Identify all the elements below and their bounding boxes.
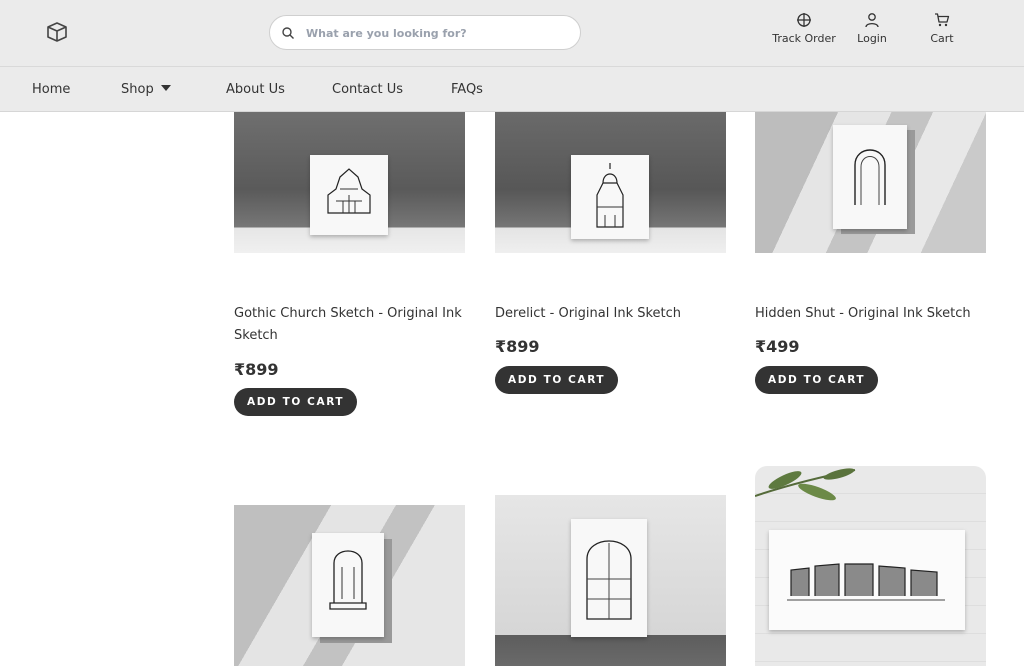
track-order-label: Track Order [772, 32, 836, 45]
cart-link[interactable]: Cart [922, 12, 962, 45]
track-order-link[interactable]: Track Order [770, 12, 838, 45]
main-nav: Home Shop About Us Contact Us FAQs [0, 67, 1024, 112]
product-image-balcony[interactable] [234, 505, 465, 666]
add-to-cart-button[interactable]: ADD TO CART [495, 366, 619, 394]
login-link[interactable]: Login [852, 12, 892, 45]
balcony-drawing-icon [329, 550, 367, 610]
product-price: ₹899 [234, 360, 279, 379]
user-icon [865, 13, 879, 28]
tower-drawing-icon [596, 163, 624, 228]
search-bar [269, 15, 581, 50]
crosshair-icon [797, 13, 811, 27]
add-to-cart-button[interactable]: ADD TO CART [234, 388, 358, 416]
product-image-derelict[interactable] [495, 112, 726, 253]
product-image-stonehenge[interactable] [755, 466, 986, 666]
sketch-print [310, 155, 388, 235]
product-title[interactable]: Gothic Church Sketch - Original Ink Sket… [234, 303, 474, 347]
sketch-print [833, 125, 907, 229]
top-header: Track Order Login Cart [0, 0, 1024, 67]
product-title[interactable]: Hidden Shut - Original Ink Sketch [755, 303, 1005, 325]
product-image-hidden-shut[interactable] [755, 112, 986, 253]
product-image-gothic-church[interactable] [234, 112, 465, 253]
search-icon[interactable] [281, 26, 295, 40]
sketch-print [769, 530, 965, 630]
cart-icon [935, 13, 950, 27]
church-drawing-icon [327, 168, 371, 214]
search-input[interactable] [306, 24, 566, 42]
login-label: Login [857, 32, 887, 45]
archway-drawing-icon [854, 149, 886, 205]
sketch-print [571, 519, 647, 637]
window-drawing-icon [586, 540, 632, 620]
nav-item-home[interactable]: Home [32, 82, 70, 97]
stonehenge-drawing-icon [787, 563, 945, 601]
sketch-print [312, 533, 384, 637]
nav-item-faqs[interactable]: FAQs [451, 82, 483, 97]
nav-item-shop[interactable]: Shop [121, 82, 171, 97]
box-logo-icon[interactable] [44, 19, 70, 45]
nav-item-shop-label: Shop [121, 82, 154, 97]
nav-item-contact-us[interactable]: Contact Us [332, 82, 403, 97]
nav-item-about-us[interactable]: About Us [226, 82, 285, 97]
product-title[interactable]: Derelict - Original Ink Sketch [495, 303, 735, 325]
cart-label: Cart [930, 32, 954, 45]
leaf-branch-icon [755, 468, 856, 501]
add-to-cart-button[interactable]: ADD TO CART [755, 366, 879, 394]
sketch-print [571, 155, 649, 239]
product-image-gothic-window[interactable] [495, 495, 726, 666]
product-price: ₹499 [755, 337, 800, 356]
product-price: ₹899 [495, 337, 540, 356]
caret-down-icon [160, 85, 171, 91]
